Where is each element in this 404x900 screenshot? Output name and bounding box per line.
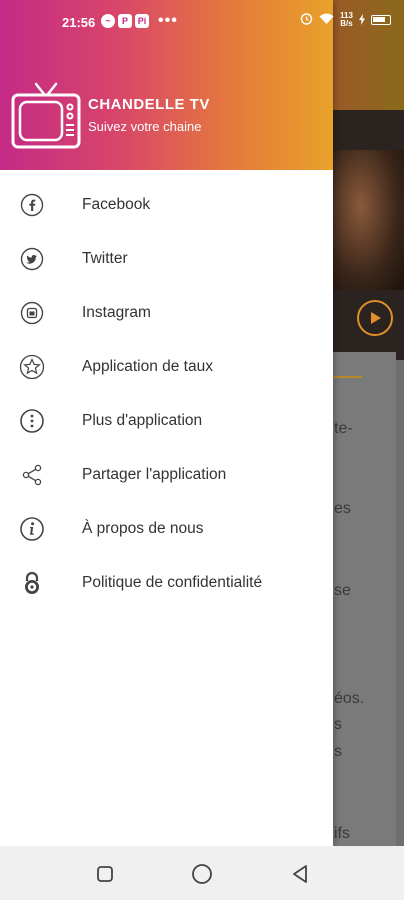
menu-label: Facebook xyxy=(82,196,151,213)
background-card-accent xyxy=(332,376,362,378)
wifi-icon xyxy=(319,13,334,28)
network-speed: 113 B/s xyxy=(340,12,353,28)
messenger-icon: ~ xyxy=(101,14,115,28)
menu-item-privacy-policy[interactable]: Politique de confidentialité xyxy=(0,556,333,610)
navigation-drawer: CHANDELLE TV Suivez votre chaine Faceboo… xyxy=(0,0,333,846)
system-nav-bar xyxy=(0,846,404,900)
more-notifications-icon: ••• xyxy=(158,12,178,29)
drawer-menu: Facebook Twitter Instagram Application d… xyxy=(0,178,333,610)
tv-icon xyxy=(10,80,82,152)
background-text: se xyxy=(334,582,351,599)
twitter-icon xyxy=(18,245,46,273)
share-icon xyxy=(18,461,46,489)
pi-icon: Pi xyxy=(135,14,149,28)
status-right-icons: 113 B/s xyxy=(300,12,391,28)
menu-item-instagram[interactable]: Instagram xyxy=(0,286,333,340)
info-icon xyxy=(18,515,46,543)
background-text: éos. xyxy=(334,690,365,707)
instagram-icon xyxy=(18,299,46,327)
menu-label: Instagram xyxy=(82,304,151,321)
lock-icon xyxy=(18,569,46,597)
background-text: s xyxy=(334,716,342,733)
back-button[interactable] xyxy=(288,862,312,886)
facebook-icon xyxy=(18,191,46,219)
star-icon xyxy=(18,353,46,381)
recents-button[interactable] xyxy=(93,862,117,886)
alarm-icon xyxy=(300,12,313,28)
menu-label: Application de taux xyxy=(82,358,213,375)
menu-label: Twitter xyxy=(82,250,128,267)
menu-item-about-us[interactable]: À propos de nous xyxy=(0,502,333,556)
network-speed-unit: B/s xyxy=(340,19,353,28)
menu-item-share-app[interactable]: Partager l'application xyxy=(0,448,333,502)
menu-label: À propos de nous xyxy=(82,520,204,537)
status-time: 21:56 xyxy=(62,15,96,30)
charging-icon xyxy=(358,13,365,28)
menu-label: Partager l'application xyxy=(82,466,227,483)
background-text: ifs xyxy=(334,825,350,842)
more-vertical-icon xyxy=(18,407,46,435)
app-subtitle: Suivez votre chaine xyxy=(88,119,202,134)
background-text: s xyxy=(334,743,342,760)
battery-icon xyxy=(370,15,391,25)
menu-label: Politique de confidentialité xyxy=(82,574,263,591)
menu-label: Plus d'application xyxy=(82,412,203,429)
notification-icons: ~ P Pi xyxy=(101,14,149,28)
menu-item-twitter[interactable]: Twitter xyxy=(0,232,333,286)
p-icon: P xyxy=(118,14,132,28)
background-text: te- xyxy=(334,420,353,437)
home-button[interactable] xyxy=(190,862,214,886)
play-icon[interactable] xyxy=(357,300,393,336)
menu-item-facebook[interactable]: Facebook xyxy=(0,178,333,232)
background-text: es xyxy=(334,500,351,517)
background-hero-photo xyxy=(332,150,404,290)
menu-item-more-apps[interactable]: Plus d'application xyxy=(0,394,333,448)
app-title: CHANDELLE TV xyxy=(88,96,210,113)
menu-item-rate-app[interactable]: Application de taux xyxy=(0,340,333,394)
status-bar: 21:56 ~ P Pi ••• 113 B/s xyxy=(0,0,404,44)
